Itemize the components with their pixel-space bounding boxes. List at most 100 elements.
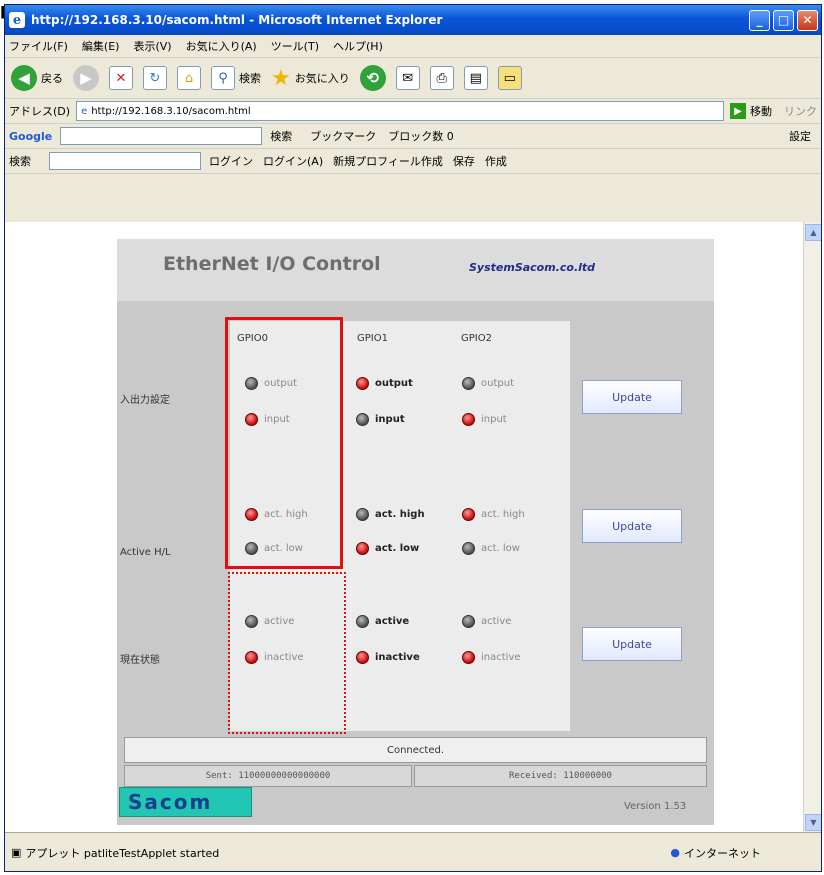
row-label-active-hl: Active H/L	[120, 547, 171, 558]
gpio2-active-radio[interactable]: active	[462, 611, 511, 631]
history-button[interactable]: ⟲	[359, 65, 386, 91]
gpio0-highlight-box	[225, 317, 343, 569]
option-label: act. low	[481, 542, 520, 554]
status-bar: ▣ アプレット patliteTestApplet started ● インター…	[5, 832, 821, 871]
page-title: EtherNet I/O Control	[163, 253, 381, 275]
search-button[interactable]: ⚲ 検索	[211, 66, 261, 90]
go-label[interactable]: 移動	[750, 103, 772, 119]
minimize-button[interactable]: _	[749, 9, 770, 31]
gpio2-output-radio[interactable]: output	[462, 373, 514, 393]
mail-button[interactable]: ✉	[395, 66, 420, 90]
menu-file[interactable]: ファイル(F)	[9, 38, 68, 54]
bar2-login[interactable]: ログイン	[209, 153, 253, 169]
menu-edit[interactable]: 編集(E)	[82, 38, 120, 54]
links-label[interactable]: リンク	[784, 103, 817, 119]
menu-favorites[interactable]: お気に入り(A)	[186, 38, 257, 54]
option-label: input	[375, 413, 405, 425]
scroll-down-icon[interactable]: ▼	[805, 814, 821, 831]
address-url: http://192.168.3.10/sacom.html	[91, 105, 251, 117]
menu-help[interactable]: ヘルプ(H)	[333, 38, 383, 54]
search-icon: ⚲	[211, 66, 235, 90]
option-label: inactive	[375, 651, 420, 663]
radio-off-icon	[356, 614, 369, 628]
address-bar: アドレス(D) e http://192.168.3.10/sacom.html…	[5, 99, 821, 124]
address-input[interactable]: e http://192.168.3.10/sacom.html	[76, 101, 724, 121]
menu-view[interactable]: 表示(V)	[133, 38, 171, 54]
gpio1-inactive-radio[interactable]: inactive	[356, 647, 420, 667]
option-label: output	[375, 377, 413, 389]
globe-icon: ●	[670, 846, 680, 859]
back-label: 戻る	[41, 72, 63, 85]
folder-button[interactable]: ▭	[497, 66, 522, 90]
home-button[interactable]: ⌂	[177, 66, 201, 90]
forward-button[interactable]: ▶	[73, 65, 99, 91]
option-label: act. high	[375, 508, 425, 520]
column-header-gpio2: GPIO2	[461, 333, 492, 344]
bar2-login-auto[interactable]: ログイン(A)	[263, 153, 323, 169]
radio-off-icon	[462, 376, 475, 390]
address-label: アドレス(D)	[9, 105, 71, 118]
google-toolbar: Google 検索 ブックマーク ブロック数 0 設定	[5, 124, 821, 149]
google-search-button[interactable]: 検索	[270, 128, 292, 144]
page-content: EtherNet I/O Control SystemSacom.co.ltd …	[5, 222, 803, 832]
scroll-up-icon[interactable]: ▲	[805, 224, 821, 241]
google-settings[interactable]: 設定	[789, 128, 811, 144]
option-label: output	[481, 377, 514, 389]
gpio1-active-radio[interactable]: active	[356, 611, 409, 631]
zone-text: インターネット	[684, 846, 761, 860]
toolbar: ◀ 戻る ▶ ✕ ↻ ⌂ ⚲ 検索 ★ お気に入り ⟲ ✉ ⎙ ▤ ▭	[5, 58, 821, 99]
status-text: アプレット patliteTestApplet started	[25, 846, 220, 860]
google-search-input[interactable]	[60, 127, 263, 145]
bar2-save[interactable]: 保存	[453, 153, 475, 169]
close-button[interactable]: ✕	[797, 9, 818, 31]
option-label: active	[481, 615, 512, 627]
vertical-scrollbar[interactable]: ▲ ▼	[803, 222, 821, 832]
update-io-button[interactable]: Update	[582, 380, 682, 414]
gpio1-act-low-radio[interactable]: act. low	[356, 538, 419, 558]
back-arrow-icon: ◀	[11, 65, 37, 91]
gpio0-dotted-highlight-box	[228, 572, 346, 734]
gpio1-output-radio[interactable]: output	[356, 373, 413, 393]
bar2-new-profile[interactable]: 新規プロフィール作成	[333, 153, 443, 169]
update-state-button[interactable]: Update	[582, 627, 682, 661]
menu-bar: ファイル(F) 編集(E) 表示(V) お気に入り(A) ツール(T) ヘルプ(…	[5, 35, 821, 58]
bar2-create[interactable]: 作成	[485, 153, 507, 169]
option-label: act. low	[375, 542, 420, 554]
maximize-button[interactable]: □	[773, 9, 794, 31]
browser-window: e http://192.168.3.10/sacom.html - Micro…	[4, 4, 822, 872]
radio-on-icon	[356, 541, 369, 555]
row-label-current-state: 現在状態	[120, 655, 160, 666]
gpio2-act-high-radio[interactable]: act. high	[462, 504, 525, 524]
menu-tools[interactable]: ツール(T)	[271, 38, 319, 54]
favorites-button[interactable]: ★ お気に入り	[271, 66, 350, 91]
print-button[interactable]: ⎙	[429, 66, 454, 90]
gpio2-input-radio[interactable]: input	[462, 409, 507, 429]
update-active-button[interactable]: Update	[582, 509, 682, 543]
go-icon[interactable]: ▶	[730, 103, 746, 119]
ie-icon: e	[9, 12, 25, 28]
sent-counter: Sent: 11000000000000000	[124, 765, 412, 787]
gpio1-act-high-radio[interactable]: act. high	[356, 504, 425, 524]
option-label: active	[375, 615, 410, 627]
google-logo: Google	[9, 129, 53, 143]
radio-off-icon	[462, 541, 475, 555]
option-label: input	[481, 413, 507, 425]
bar2-input[interactable]	[49, 152, 201, 170]
edit-button[interactable]: ▤	[463, 66, 488, 90]
company-name: SystemSacom.co.ltd	[469, 261, 596, 274]
google-bookmarks[interactable]: ブックマーク	[310, 128, 376, 144]
bar2-search[interactable]: 検索	[9, 153, 31, 169]
gpio2-inactive-radio[interactable]: inactive	[462, 647, 521, 667]
stop-button[interactable]: ✕	[109, 66, 133, 90]
applet-icon: ▣	[11, 846, 22, 859]
secondary-toolbar: 検索 ログイン ログイン(A) 新規プロフィール作成 保存 作成	[5, 149, 821, 174]
refresh-button[interactable]: ↻	[143, 66, 167, 90]
favorites-label: お気に入り	[294, 72, 350, 85]
radio-on-icon	[356, 650, 369, 664]
option-label: act. high	[481, 508, 525, 520]
gpio1-input-radio[interactable]: input	[356, 409, 405, 429]
option-label: inactive	[481, 651, 521, 663]
back-button[interactable]: ◀ 戻る	[11, 65, 63, 91]
gpio2-act-low-radio[interactable]: act. low	[462, 538, 520, 558]
google-popup-blocked[interactable]: ブロック数 0	[388, 128, 454, 144]
